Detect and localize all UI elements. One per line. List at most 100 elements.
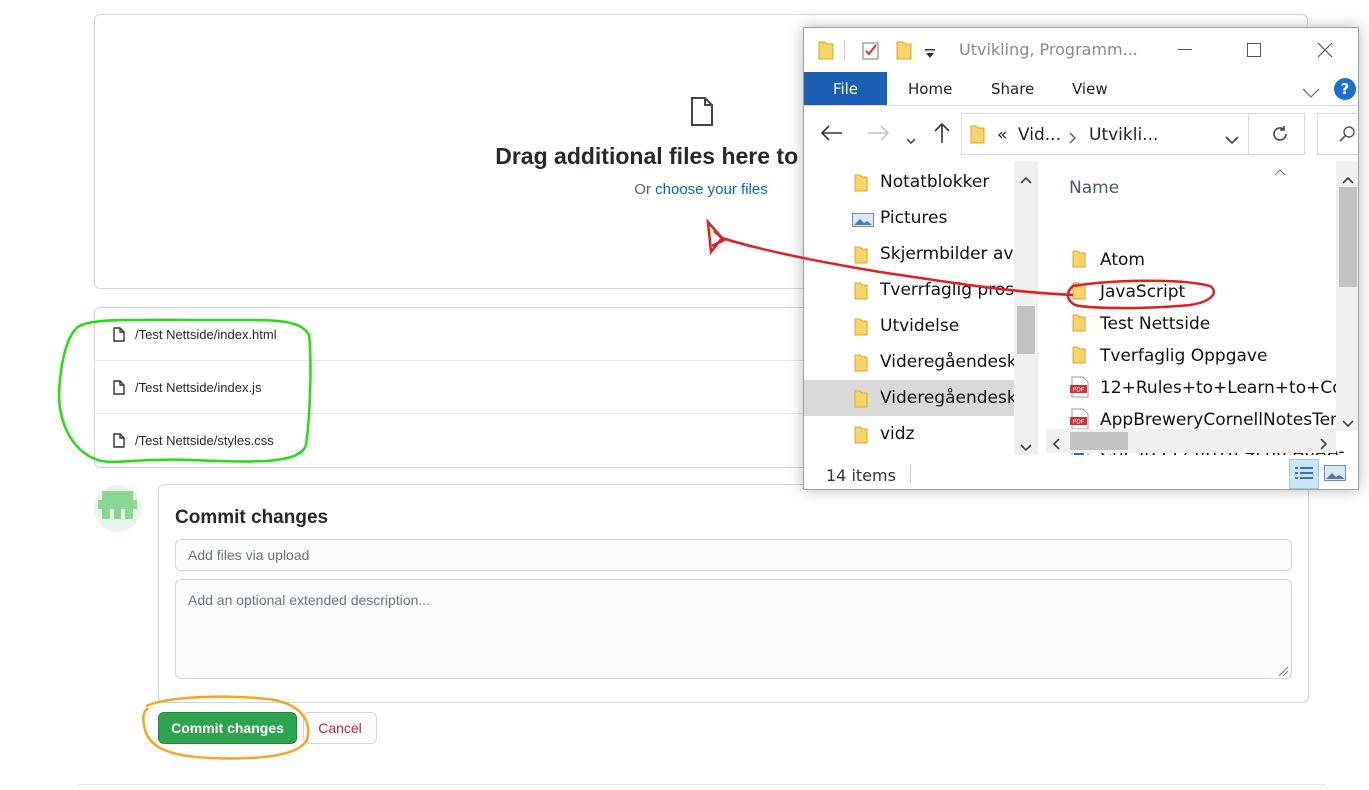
- title-separator: [844, 40, 845, 60]
- tab-home[interactable]: Home: [908, 72, 952, 105]
- folder-icon: [1072, 281, 1086, 305]
- commit-changes-button[interactable]: Commit changes: [158, 712, 297, 744]
- nav-item-folder[interactable]: Skjermbilder av V: [804, 236, 1014, 272]
- refresh-icon[interactable]: [1270, 124, 1290, 148]
- column-header-name[interactable]: Name: [1069, 178, 1119, 198]
- file-name: /Test Nettside/index.html: [135, 327, 277, 342]
- address-dropdown-icon[interactable]: [1225, 130, 1239, 149]
- commit-summary-input[interactable]: [175, 539, 1292, 571]
- commit-title: Commit changes: [175, 507, 329, 528]
- resize-grip-icon[interactable]: [1277, 664, 1289, 682]
- chevron-right-icon: [1069, 129, 1076, 148]
- file-explorer-window[interactable]: Utvikling, Programm... File Home Share V…: [803, 27, 1359, 490]
- item-count: 14 items: [826, 466, 896, 485]
- list-item[interactable]: PDF 12+Rules+to+Learn+to+Code: [1040, 372, 1358, 404]
- address-prefix[interactable]: «: [997, 125, 1007, 145]
- tab-share[interactable]: Share: [991, 72, 1034, 105]
- folder-icon: [1072, 345, 1086, 369]
- horizontal-scrollbar[interactable]: [1046, 429, 1336, 453]
- nav-item-folder[interactable]: vidz: [804, 416, 1014, 452]
- content-scrollbar[interactable]: [1336, 161, 1358, 432]
- address-separator: [1248, 114, 1249, 154]
- nav-item-label: Notatblokker: [880, 172, 990, 192]
- navigation-pane: Notatblokker Pictures Skjermbilder av V …: [804, 161, 1040, 455]
- maximize-icon[interactable]: [1231, 28, 1277, 72]
- nav-item-label: Skjermbilder av V: [880, 244, 1014, 264]
- nav-item-label: Utvidelse: [880, 316, 960, 336]
- nav-item-folder-selected[interactable]: Videregåendesko: [804, 380, 1014, 416]
- file-name: /Test Nettside/styles.css: [135, 433, 274, 448]
- list-item-name: 12+Rules+to+Learn+to+Code: [1100, 378, 1359, 398]
- scroll-down-icon[interactable]: [1020, 437, 1032, 455]
- svg-text:PDF: PDF: [1073, 387, 1085, 394]
- folder-icon: [854, 353, 868, 377]
- scroll-thumb[interactable]: [1070, 432, 1128, 450]
- file-list-pane: Name Atom JavaScript Test Nettside Tverf…: [1040, 161, 1358, 455]
- commit-description-input[interactable]: [175, 579, 1292, 679]
- up-icon[interactable]: [934, 122, 950, 148]
- navigation-bar: « Vid... Utvikli...: [804, 106, 1358, 161]
- large-icons-view-icon[interactable]: [1324, 465, 1346, 485]
- list-item-name: JavaScript: [1100, 282, 1186, 302]
- address-part[interactable]: Utvikli...: [1089, 125, 1158, 145]
- recent-locations-icon[interactable]: [906, 130, 916, 149]
- file-icon: [689, 97, 715, 132]
- nav-item-folder[interactable]: Videregåendesko: [804, 344, 1014, 380]
- folder-icon: [970, 124, 985, 148]
- list-item[interactable]: Tverfaglig Oppgave: [1040, 340, 1340, 372]
- back-icon[interactable]: [820, 125, 843, 145]
- nav-item-folder[interactable]: Notatblokker: [804, 164, 1014, 200]
- close-icon[interactable]: [1302, 28, 1348, 72]
- list-item[interactable]: Atom: [1040, 244, 1340, 276]
- list-item-name: Test Nettside: [1100, 314, 1211, 334]
- sort-up-icon: [1274, 161, 1286, 180]
- scroll-left-icon[interactable]: [1052, 435, 1060, 454]
- pdf-file-icon: PDF: [1070, 376, 1090, 403]
- nav-item-folder[interactable]: Utvidelse: [804, 308, 1014, 344]
- list-item-name: AppBreweryCornellNotesTemp: [1100, 410, 1358, 430]
- folder-icon: [818, 40, 834, 64]
- forward-icon[interactable]: [867, 125, 890, 145]
- scroll-thumb[interactable]: [1017, 306, 1035, 354]
- scroll-up-icon[interactable]: [1342, 169, 1354, 188]
- folder-icon: [854, 389, 868, 413]
- nav-item-pictures[interactable]: Pictures: [804, 200, 1014, 236]
- scroll-right-icon[interactable]: [1320, 435, 1328, 454]
- user-avatar: [94, 485, 141, 532]
- folder-icon: [1072, 313, 1086, 337]
- folder-icon: [854, 317, 868, 341]
- dropzone-or-text: Or: [634, 181, 656, 198]
- minimize-icon[interactable]: [1162, 28, 1208, 72]
- help-icon[interactable]: ?: [1334, 78, 1356, 100]
- cancel-button[interactable]: Cancel: [303, 712, 377, 744]
- tab-view[interactable]: View: [1072, 72, 1108, 105]
- search-input[interactable]: [1317, 113, 1358, 155]
- customize-toolbar-icon[interactable]: [924, 44, 936, 63]
- navigation-scrollbar[interactable]: [1014, 161, 1038, 455]
- list-item-name: Atom: [1100, 250, 1145, 270]
- properties-icon[interactable]: [861, 40, 881, 64]
- choose-files-link[interactable]: choose your files: [655, 181, 768, 198]
- folder-icon: [854, 425, 868, 449]
- pictures-icon: [852, 212, 874, 232]
- address-part[interactable]: Vid...: [1018, 125, 1061, 145]
- scroll-down-icon[interactable]: [1342, 413, 1354, 432]
- address-bar[interactable]: « Vid... Utvikli...: [961, 113, 1305, 155]
- list-item[interactable]: JavaScript: [1040, 276, 1340, 308]
- folder-icon: [854, 245, 868, 269]
- folder-icon: [854, 173, 868, 197]
- list-item-name: Tverfaglig Oppgave: [1100, 346, 1268, 366]
- scroll-up-icon[interactable]: [1020, 169, 1032, 188]
- svg-text:PDF: PDF: [1073, 419, 1085, 426]
- expand-ribbon-icon[interactable]: [1302, 83, 1320, 102]
- ribbon: File Home Share View ?: [804, 72, 1358, 106]
- new-folder-icon[interactable]: [896, 40, 912, 64]
- nav-item-folder[interactable]: Tverrfaglig prosje: [804, 272, 1014, 308]
- divider: [78, 784, 1326, 785]
- folder-icon: [1072, 249, 1086, 273]
- details-view-icon[interactable]: [1289, 459, 1319, 489]
- file-icon: [113, 380, 125, 400]
- scroll-thumb[interactable]: [1339, 187, 1357, 287]
- tab-file[interactable]: File: [804, 72, 887, 105]
- list-item[interactable]: Test Nettside: [1040, 308, 1340, 340]
